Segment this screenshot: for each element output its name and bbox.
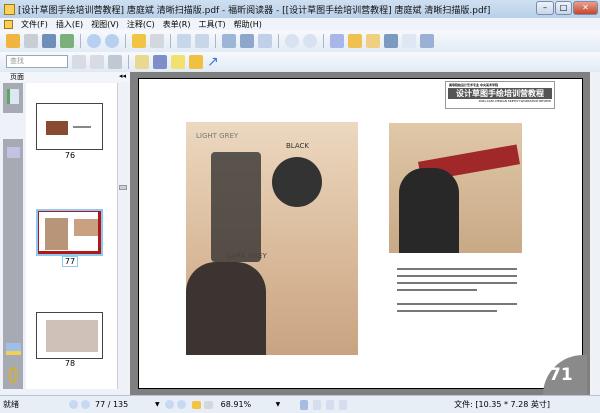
attachments-icon[interactable] xyxy=(9,367,17,383)
select-text-icon[interactable] xyxy=(348,34,362,48)
email-icon[interactable] xyxy=(60,34,74,48)
rotate-left-icon[interactable] xyxy=(177,34,191,48)
zoom-input[interactable]: 68.91% xyxy=(221,400,276,409)
pdf-page: 高等院校设计艺术专业 中央美术学院 设计草图手绘培训营教程 DOD-CAFA D… xyxy=(138,78,587,395)
back-button[interactable] xyxy=(191,400,201,409)
secondary-toolbar: 查找 ↗ xyxy=(0,52,600,71)
note-icon[interactable] xyxy=(135,54,149,69)
close-button[interactable]: ✕ xyxy=(573,1,598,15)
panel-title: 页面 xyxy=(0,72,130,82)
minimize-button[interactable]: – xyxy=(536,1,554,15)
comments-icon[interactable] xyxy=(6,343,21,355)
app-icon xyxy=(4,3,15,15)
textbox-icon[interactable] xyxy=(171,54,185,69)
status-bar: 就绪 77 / 135 ▼ 68.91% ▼ 文件: [10.35 * 7.28… xyxy=(0,395,600,413)
photo-label: DARK GREY xyxy=(226,252,267,260)
sketch-photo-left: LIGHT GREY BLACK DARK GREY xyxy=(186,122,358,355)
open-icon[interactable] xyxy=(6,34,20,48)
arrow-icon[interactable]: ↗ xyxy=(207,55,221,69)
pages-tab-icon[interactable] xyxy=(1,113,25,139)
menu-bar: 文件(F) 插入(E) 视图(V) 注释(C) 表单(R) 工具(T) 帮助(H… xyxy=(0,18,600,30)
book-title: 设计草图手绘培训营教程 xyxy=(448,88,552,99)
window-title: [设计草图手绘培训营教程] 唐庭斌 清晰扫描版.pdf - 福昕阅读器 - [[… xyxy=(18,5,491,16)
file-size: 文件: [10.35 * 7.28 英寸] xyxy=(454,400,550,409)
facing-icon[interactable] xyxy=(326,399,335,410)
photo-label: LIGHT GREY xyxy=(196,132,239,140)
forward-icon[interactable] xyxy=(150,34,164,48)
continuous-icon[interactable] xyxy=(313,399,322,410)
menu-comment[interactable]: 注释(C) xyxy=(127,19,155,30)
page-input[interactable]: 77 / 135 xyxy=(95,400,155,409)
document-scrollbar[interactable] xyxy=(590,72,600,395)
page-thumbnail[interactable] xyxy=(36,103,103,150)
menu-view[interactable]: 视图(V) xyxy=(91,19,119,30)
status-text: 就绪 xyxy=(3,400,19,409)
doc-icon xyxy=(4,19,13,29)
thumbnail-label: 77 xyxy=(62,256,78,267)
menu-insert[interactable]: 插入(E) xyxy=(56,19,83,30)
header-subtitle: DOD-CAFA DESIGN SKETCH WORKSHOP REVIEW xyxy=(478,99,551,103)
find-next-icon[interactable] xyxy=(90,54,104,69)
photo-label: BLACK xyxy=(286,142,310,150)
hand-tool-icon[interactable] xyxy=(330,34,344,48)
zoom-in-icon[interactable] xyxy=(303,34,317,48)
continuous-facing-icon[interactable] xyxy=(339,399,348,410)
pencil-icon[interactable] xyxy=(153,54,167,69)
last-page-icon[interactable] xyxy=(105,34,119,48)
menu-tools[interactable]: 工具(T) xyxy=(199,19,226,30)
thumbnail-label: 78 xyxy=(64,359,76,368)
rotate-right-icon[interactable] xyxy=(195,34,209,48)
sketch-photo-right xyxy=(389,123,522,253)
forward-button[interactable] xyxy=(203,400,213,409)
zoom-icon[interactable] xyxy=(222,34,236,48)
typewriter-icon[interactable] xyxy=(402,34,416,48)
find-prev-icon[interactable] xyxy=(72,54,86,69)
page-thumbnail-selected[interactable] xyxy=(36,209,103,256)
menu-file[interactable]: 文件(F) xyxy=(21,19,48,30)
page-thumbnail[interactable] xyxy=(36,312,103,359)
layers-icon[interactable] xyxy=(7,147,20,158)
collapse-panel-icon[interactable]: ◂◂ xyxy=(119,72,126,80)
back-icon[interactable] xyxy=(132,34,146,48)
first-page-icon[interactable] xyxy=(87,34,101,48)
panel-tabs xyxy=(1,83,25,389)
maximize-button[interactable]: □ xyxy=(555,1,572,15)
bookmarks-icon[interactable] xyxy=(7,89,19,104)
single-page-icon[interactable] xyxy=(300,399,309,410)
title-bar: [设计草图手绘培训营教程] 唐庭斌 清晰扫描版.pdf - 福昕阅读器 - [[… xyxy=(0,0,600,18)
menu-form[interactable]: 表单(R) xyxy=(163,19,191,30)
fit-width-icon[interactable] xyxy=(258,34,272,48)
book-header: 高等院校设计艺术专业 中央美术学院 设计草图手绘培训营教程 DOD-CAFA D… xyxy=(445,81,555,109)
find-icon[interactable] xyxy=(384,34,398,48)
last-page-button[interactable] xyxy=(176,400,186,409)
pointer-icon[interactable] xyxy=(366,34,380,48)
page-number: 71 xyxy=(543,355,587,395)
page-dropdown-icon[interactable]: ▼ xyxy=(155,401,160,408)
prev-page-button[interactable] xyxy=(81,400,90,409)
menu-help[interactable]: 帮助(H) xyxy=(234,19,262,30)
thumbnails-scrollbar[interactable] xyxy=(117,83,128,389)
search-icon[interactable] xyxy=(108,54,122,69)
thumbnail-label: 76 xyxy=(64,151,76,160)
snapshot-icon[interactable] xyxy=(420,34,434,48)
main-toolbar xyxy=(0,30,600,52)
zoom-out-icon[interactable] xyxy=(285,34,299,48)
save-icon[interactable] xyxy=(24,34,38,48)
first-page-button[interactable] xyxy=(69,400,78,409)
search-input[interactable]: 查找 xyxy=(6,55,68,68)
thumbnails-list: 76 77 78 xyxy=(26,83,118,389)
zoom-dropdown-icon[interactable]: ▼ xyxy=(276,401,281,408)
comment-icon[interactable] xyxy=(189,54,203,69)
fit-page-icon[interactable] xyxy=(240,34,254,48)
next-page-button[interactable] xyxy=(164,400,174,409)
print-icon[interactable] xyxy=(42,34,56,48)
